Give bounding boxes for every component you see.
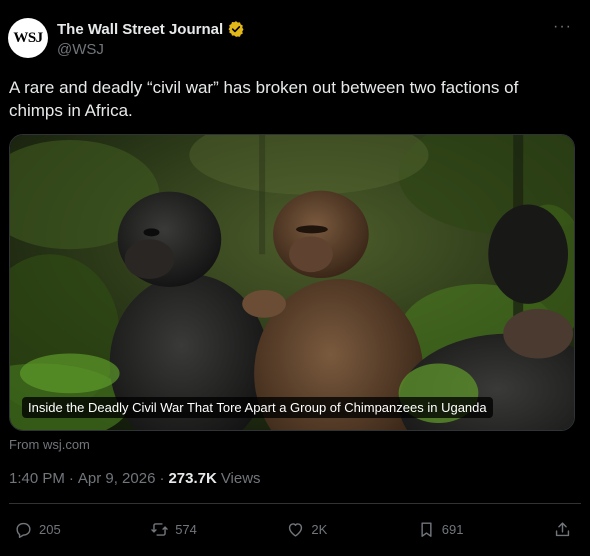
like-icon [289, 522, 303, 537]
meta-separator: · [68, 470, 74, 487]
name-row: The Wall Street Journal [57, 20, 245, 38]
repost-icon [151, 522, 168, 536]
views-label: Views [220, 470, 261, 487]
avatar-logo: WSJ [13, 29, 43, 46]
more-options-button[interactable]: ··· [553, 18, 572, 36]
card-source: From wsj.com [9, 437, 90, 452]
like-button[interactable]: 2K [286, 520, 327, 539]
bookmark-button[interactable]: 691 [417, 520, 464, 539]
handle[interactable]: @WSJ [57, 41, 104, 58]
tweet-header: WSJ The Wall Street Journal @WSJ ··· [8, 16, 582, 64]
reply-icon [16, 522, 31, 538]
display-name[interactable]: The Wall Street Journal [57, 21, 223, 38]
reply-button[interactable]: 205 [14, 520, 61, 539]
tweet-meta: 1:40 PM · Apr 9, 2026 · 273.7K Views [9, 470, 261, 487]
tweet-time[interactable]: 1:40 PM [9, 470, 65, 487]
share-icon [555, 521, 570, 536]
tweet-date[interactable]: Apr 9, 2026 [78, 470, 156, 487]
bookmark-icon [421, 521, 432, 537]
meta-separator: · [159, 470, 165, 487]
repost-count: 574 [175, 521, 197, 537]
like-count: 2K [311, 521, 328, 537]
reply-count: 205 [39, 521, 61, 537]
views-count: 273.7K [168, 470, 217, 487]
bookmark-count: 691 [441, 521, 464, 537]
link-card[interactable]: Inside the Deadly Civil War That Tore Ap… [9, 134, 575, 431]
share-button[interactable] [553, 520, 572, 539]
verified-badge-icon [228, 21, 244, 37]
repost-button[interactable]: 574 [150, 520, 197, 539]
card-source-link[interactable]: From wsj.com [9, 437, 90, 452]
divider [9, 503, 581, 504]
action-bar: 205 574 2K 691 [14, 514, 572, 544]
avatar[interactable]: WSJ [8, 18, 48, 58]
tweet-text: A rare and deadly “civil war” has broken… [9, 78, 519, 120]
card-image [10, 135, 574, 430]
card-caption: Inside the Deadly Civil War That Tore Ap… [22, 397, 493, 418]
